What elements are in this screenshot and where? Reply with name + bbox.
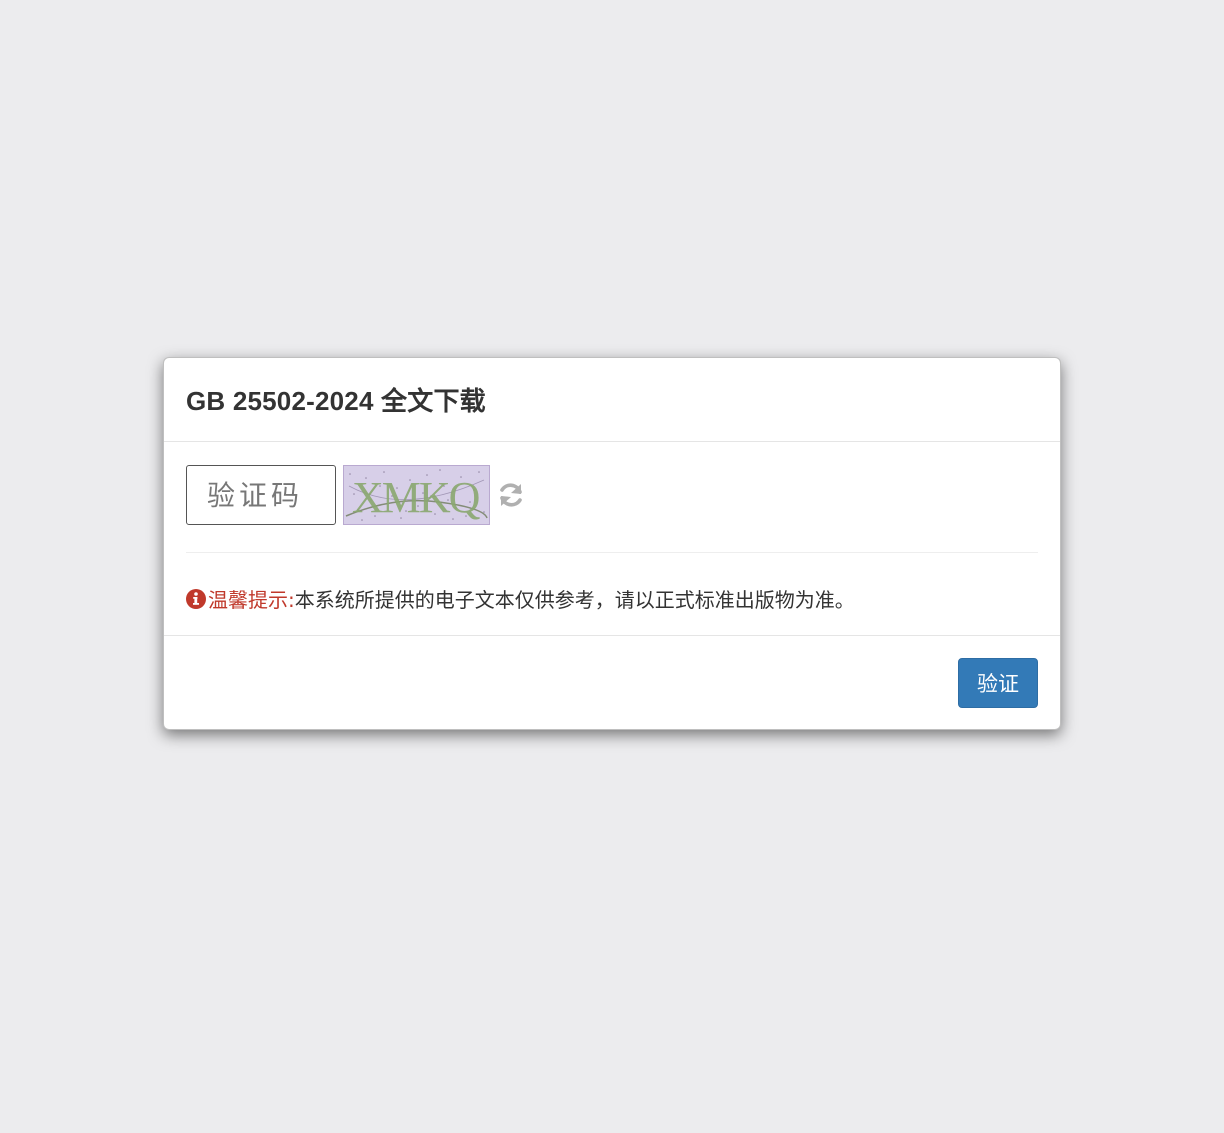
captcha-image[interactable]: XMKQ [343, 465, 490, 525]
captcha-input[interactable] [186, 465, 336, 525]
captcha-text: XMKQ [352, 473, 481, 522]
refresh-icon[interactable] [496, 480, 526, 510]
verify-button[interactable]: 验证 [958, 658, 1038, 708]
body-divider [186, 552, 1038, 553]
notice-label: 温馨提示: [208, 588, 295, 612]
captcha-row: XMKQ [186, 465, 1038, 525]
dialog-footer: 验证 [164, 636, 1060, 730]
notice-line: 温馨提示: 本系统所提供的电子文本仅供参考，请以正式标准出版物为准。 [186, 584, 1038, 613]
dialog-body: XMKQ [164, 442, 1060, 636]
dialog-title: GB 25502-2024 全文下载 [186, 386, 486, 416]
dialog-header: GB 25502-2024 全文下载 [164, 358, 1060, 442]
info-circle-icon [186, 588, 206, 609]
notice-text: 本系统所提供的电子文本仅供参考，请以正式标准出版物为准。 [294, 588, 855, 612]
verify-dialog: GB 25502-2024 全文下载 验证码 XMKQ 温馨提示: 本系统所提供… [163, 357, 1061, 730]
